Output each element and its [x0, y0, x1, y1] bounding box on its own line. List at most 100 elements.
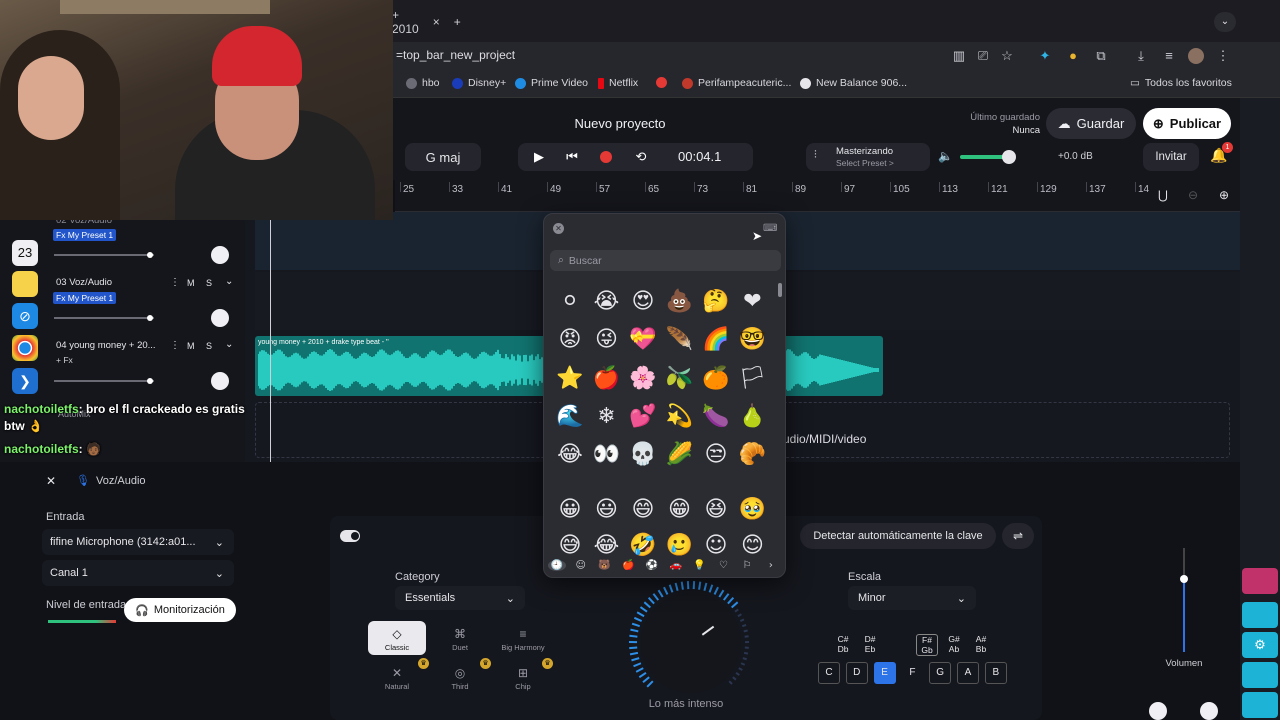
emoji-button[interactable]: 😆	[698, 492, 734, 528]
emoji-button[interactable]: ⚪	[552, 284, 588, 320]
monitoring-button[interactable]: 🎧 Monitorización	[124, 598, 236, 622]
emoji-button[interactable]: 😁	[662, 492, 698, 528]
record-icon[interactable]	[600, 151, 612, 163]
natural-key-f[interactable]: F	[901, 662, 923, 684]
chevron-down-icon[interactable]: ⌄	[225, 339, 233, 350]
puzzle-icon[interactable]: ⧉	[1092, 47, 1110, 65]
emoji-category-tab-icon[interactable]: ⚽	[643, 560, 661, 571]
emoji-button[interactable]: 💩	[662, 284, 698, 320]
sharp-key[interactable]: C# Db	[832, 634, 854, 654]
media-icon[interactable]: ≡	[1160, 47, 1178, 65]
emoji-category-tab-icon[interactable]: ☺	[572, 560, 590, 571]
sharp-key[interactable]: D# Eb	[859, 634, 881, 654]
emoji-button[interactable]: 😒	[698, 437, 734, 473]
emoji-button[interactable]: 👀	[589, 437, 625, 473]
tab-list-icon[interactable]: ⌄	[1214, 12, 1236, 32]
emoji-button[interactable]: 😭	[589, 284, 625, 320]
emoji-button[interactable]: ⭐	[552, 361, 588, 397]
track-volume-slider[interactable]	[54, 254, 154, 256]
menu-icon[interactable]: ⋮	[1214, 47, 1232, 65]
emoji-category-tab-icon[interactable]: 🍎	[619, 560, 637, 571]
bookmark-perifampeacuteric[interactable]: Perifampeacuteric...	[682, 77, 791, 89]
invite-button[interactable]: Invitar	[1143, 143, 1199, 171]
solo-button[interactable]: S	[206, 341, 212, 351]
emoji-button[interactable]: 😡	[552, 322, 588, 358]
preset-duet[interactable]: ⌘ Duet	[431, 621, 489, 655]
track-menu-icon[interactable]: ⋮	[170, 277, 180, 288]
extension-icon[interactable]: ●	[1064, 47, 1082, 65]
emoji-button[interactable]: 🍐	[735, 399, 771, 435]
emoji-category-tab-icon[interactable]: 🕘	[548, 559, 566, 571]
bookmark-netflix[interactable]: Netflix	[598, 77, 638, 89]
emoji-category-tab-icon[interactable]: ›	[762, 560, 780, 571]
emoji-category-tab-icon[interactable]: ♡	[714, 560, 732, 571]
emoji-button[interactable]: 🍎	[589, 361, 625, 397]
volume-knob[interactable]	[1180, 575, 1188, 583]
emoji-button[interactable]: 🥹	[735, 492, 771, 528]
solo-button[interactable]: S	[206, 278, 212, 288]
sidebar-icon[interactable]: ▥	[950, 47, 968, 65]
gear-icon[interactable]: ⚙	[1242, 632, 1278, 658]
natural-key-g[interactable]: G	[929, 662, 952, 684]
pan-knob[interactable]	[211, 246, 229, 264]
emoji-button[interactable]: 🪶	[662, 322, 698, 358]
key-selector[interactable]: G maj	[405, 143, 481, 171]
track-volume-knob[interactable]	[147, 252, 153, 258]
magnet-icon[interactable]: ⋃	[1158, 188, 1168, 202]
emoji-button[interactable]: ❤	[735, 284, 771, 320]
sharp-key[interactable]: F# Gb	[916, 634, 938, 656]
bookmark-hbo[interactable]: hbo	[406, 77, 440, 89]
emoji-button[interactable]: 😃	[589, 492, 625, 528]
emoji-button[interactable]: 🍊	[698, 361, 734, 397]
bookmark-new-balance[interactable]: New Balance 906...	[800, 77, 907, 89]
side-block[interactable]	[1242, 662, 1278, 688]
mute-button[interactable]: M	[187, 278, 195, 288]
emoji-button[interactable]: 💕	[625, 399, 661, 435]
emoji-button[interactable]: 🤓	[735, 322, 771, 358]
emoji-button[interactable]: 🍆	[698, 399, 734, 435]
emoji-button[interactable]: 🫒	[662, 361, 698, 397]
track-name[interactable]: 03 Voz/Audio	[56, 277, 112, 288]
emoji-button[interactable]: 🤔	[698, 284, 734, 320]
zoom-out-icon[interactable]: ⊖	[1188, 188, 1198, 202]
category-select[interactable]: Essentials ⌄	[395, 586, 525, 610]
emoji-category-tab-icon[interactable]: 🚗	[667, 560, 685, 571]
fx-badge[interactable]: Fx My Preset 1	[53, 229, 117, 241]
pan-knob[interactable]	[1200, 702, 1218, 720]
bookmark-disney[interactable]: Disney+	[452, 77, 506, 89]
side-block[interactable]	[1242, 568, 1278, 594]
tab-close-icon[interactable]: ×	[433, 15, 440, 29]
intensity-dial[interactable]	[628, 580, 754, 706]
track-volume-slider[interactable]	[54, 380, 154, 382]
preset-big-harmony[interactable]: ≡ Big Harmony	[494, 621, 552, 655]
save-button[interactable]: ☁ Guardar	[1046, 108, 1136, 139]
mic-select[interactable]: fifine Microphone (3142:a01... ⌄	[42, 529, 234, 555]
preset-classic[interactable]: ◇ Classic	[368, 621, 426, 655]
emoji-button[interactable]: 🥐	[735, 437, 771, 473]
emoji-search-input[interactable]: ⌕ Buscar	[550, 250, 781, 271]
natural-key-d[interactable]: D	[845, 662, 868, 684]
natural-key-a[interactable]: A	[957, 662, 979, 684]
chrome-icon[interactable]	[12, 335, 38, 361]
pan-knob[interactable]	[211, 372, 229, 390]
sharp-key[interactable]: G# Ab	[943, 634, 965, 654]
side-block[interactable]	[1242, 602, 1278, 628]
emoji-category-tab-icon[interactable]: ⚐	[738, 560, 756, 571]
star-icon[interactable]: ☆	[998, 47, 1016, 65]
mute-button[interactable]: M	[187, 341, 195, 351]
close-icon[interactable]: ✕	[46, 474, 56, 488]
emoji-button[interactable]: 💫	[662, 399, 698, 435]
emoji-button[interactable]: 💝	[625, 322, 661, 358]
emoji-button[interactable]: 😍	[625, 284, 661, 320]
emoji-button[interactable]: 😂	[552, 437, 588, 473]
notes-icon[interactable]	[12, 271, 38, 297]
track-volume-knob[interactable]	[147, 315, 153, 321]
speaker-icon[interactable]: 🔈	[938, 149, 953, 163]
track-name[interactable]: 04 young money + 20...	[56, 340, 156, 351]
emoji-button[interactable]: 🌽	[662, 437, 698, 473]
sharp-key[interactable]: A# Bb	[970, 634, 992, 654]
settings-sliders-icon[interactable]: ⇌	[1002, 523, 1034, 549]
natural-key-c[interactable]: C	[818, 662, 840, 684]
url-text[interactable]: =top_bar_new_project	[396, 48, 515, 62]
loop-icon[interactable]: ⟲	[631, 147, 651, 167]
